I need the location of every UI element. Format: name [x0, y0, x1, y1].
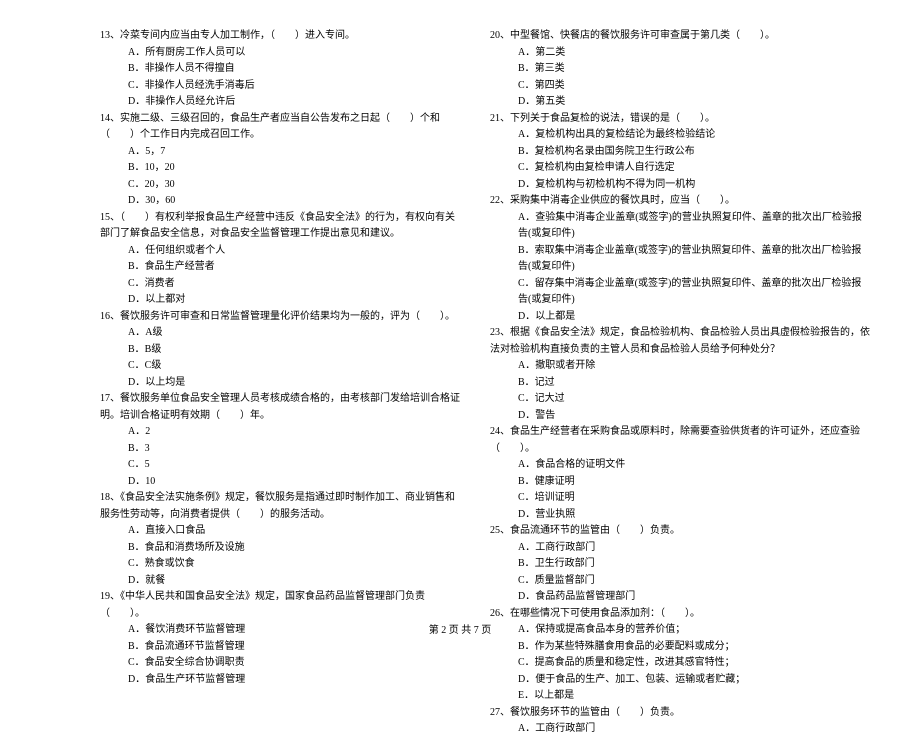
- option-d: D．30，60: [128, 193, 460, 210]
- question-stem: 25、食品流通环节的监管由（ ）负责。: [490, 523, 870, 540]
- option-a: A．5，7: [128, 144, 460, 161]
- option-d: D．食品生产环节监督管理: [128, 672, 460, 689]
- question-17: 17、餐饮服务单位食品安全管理人员考核成绩合格的，由考核部门发给培训合格证明。培…: [100, 391, 460, 490]
- question-stem: 21、下列关于食品复检的说法，错误的是（ ）。: [490, 111, 870, 128]
- question-15: 15、（ ）有权利举报食品生产经营中违反《食品安全法》的行为，有权向有关部门了解…: [100, 210, 460, 309]
- question-stem: 18、《食品安全法实施条例》规定，餐饮服务是指通过即时制作加工、商业销售和服务性…: [100, 490, 460, 523]
- option-c: C．复检机构由复检申请人自行选定: [518, 160, 870, 177]
- question-stem: 16、餐饮服务许可审查和日常监督管理量化评价结果均为一般的，评为（ ）。: [100, 309, 460, 326]
- option-d: D．便于食品的生产、加工、包装、运输或者贮藏；: [518, 672, 870, 689]
- option-b: B．B级: [128, 342, 460, 359]
- question-16: 16、餐饮服务许可审查和日常监督管理量化评价结果均为一般的，评为（ ）。 A．A…: [100, 309, 460, 392]
- question-18: 18、《食品安全法实施条例》规定，餐饮服务是指通过即时制作加工、商业销售和服务性…: [100, 490, 460, 589]
- option-c: C．质量监督部门: [518, 573, 870, 590]
- option-c: C．5: [128, 457, 460, 474]
- option-b: B．索取集中消毒企业盖章(或签字)的营业执照复印件、盖章的批次出厂检验报告(或复…: [518, 243, 870, 276]
- question-options: A．第二类 B．第三类 C．第四类 D．第五类: [490, 45, 870, 111]
- option-d: D．以上都对: [128, 292, 460, 309]
- option-c: C．第四类: [518, 78, 870, 95]
- question-23: 23、根据《食品安全法》规定，食品检验机构、食品检验人员出具虚假检验报告的，依法…: [490, 325, 870, 424]
- option-e: E．以上都是: [518, 688, 870, 705]
- question-stem: 15、（ ）有权利举报食品生产经营中违反《食品安全法》的行为，有权向有关部门了解…: [100, 210, 460, 243]
- question-options: A．直接入口食品 B．食品和消费场所及设施 C．熟食或饮食 D．就餐: [100, 523, 460, 589]
- option-a: A．任何组织或者个人: [128, 243, 460, 260]
- question-stem: 13、冷菜专间内应当由专人加工制作，（ ）进入专间。: [100, 28, 460, 45]
- option-a: A．所有厨房工作人员可以: [128, 45, 460, 62]
- question-21: 21、下列关于食品复检的说法，错误的是（ ）。 A．复检机构出具的复检结论为最终…: [490, 111, 870, 194]
- question-options: A．撤职或者开除 B．记过 C．记大过 D．警告: [490, 358, 870, 424]
- question-stem: 27、餐饮服务环节的监管由（ ）负责。: [490, 705, 870, 722]
- question-27: 27、餐饮服务环节的监管由（ ）负责。 A．工商行政部门: [490, 705, 870, 738]
- option-c: C．20，30: [128, 177, 460, 194]
- option-d: D．警告: [518, 408, 870, 425]
- option-b: B．第三类: [518, 61, 870, 78]
- option-d: D．10: [128, 474, 460, 491]
- option-d: D．复检机构与初检机构不得为同一机构: [518, 177, 870, 194]
- option-c: C．非操作人员经洗手消毒后: [128, 78, 460, 95]
- option-d: D．就餐: [128, 573, 460, 590]
- page-footer: 第 2 页 共 7 页: [0, 621, 920, 636]
- option-c: C．熟食或饮食: [128, 556, 460, 573]
- option-d: D．营业执照: [518, 507, 870, 524]
- option-a: A．食品合格的证明文件: [518, 457, 870, 474]
- question-stem: 14、实施二级、三级召回的，食品生产者应当自公告发布之日起（ ）个和（ ）个工作…: [100, 111, 460, 144]
- option-b: B．记过: [518, 375, 870, 392]
- option-c: C．留存集中消毒企业盖章(或签字)的营业执照复印件、盖章的批次出厂检验报告(或复…: [518, 276, 870, 309]
- option-b: B．食品流通环节监督管理: [128, 639, 460, 656]
- question-stem: 22、采购集中消毒企业供应的餐饮具时，应当（ ）。: [490, 193, 870, 210]
- option-d: D．以上均是: [128, 375, 460, 392]
- option-a: A．A级: [128, 325, 460, 342]
- option-b: B．复检机构名录由国务院卫生行政公布: [518, 144, 870, 161]
- question-stem: 17、餐饮服务单位食品安全管理人员考核成绩合格的，由考核部门发给培训合格证明。培…: [100, 391, 460, 424]
- question-options: A．5，7 B．10，20 C．20，30 D．30，60: [100, 144, 460, 210]
- option-b: B．健康证明: [518, 474, 870, 491]
- question-options: A．A级 B．B级 C．C级 D．以上均是: [100, 325, 460, 391]
- option-b: B．食品生产经营者: [128, 259, 460, 276]
- question-stem: 26、在哪些情况下可使用食品添加剂：（ ）。: [490, 606, 870, 623]
- question-options: A．工商行政部门 B．卫生行政部门 C．质量监督部门 D．食品药品监督管理部门: [490, 540, 870, 606]
- question-25: 25、食品流通环节的监管由（ ）负责。 A．工商行政部门 B．卫生行政部门 C．…: [490, 523, 870, 606]
- option-b: B．3: [128, 441, 460, 458]
- option-b: B．10，20: [128, 160, 460, 177]
- question-20: 20、中型餐馆、快餐店的餐饮服务许可审查属于第几类（ ）。 A．第二类 B．第三…: [490, 28, 870, 111]
- option-c: C．消费者: [128, 276, 460, 293]
- question-stem: 23、根据《食品安全法》规定，食品检验机构、食品检验人员出具虚假检验报告的，依法…: [490, 325, 870, 358]
- option-b: B．卫生行政部门: [518, 556, 870, 573]
- question-options: A．任何组织或者个人 B．食品生产经营者 C．消费者 D．以上都对: [100, 243, 460, 309]
- question-22: 22、采购集中消毒企业供应的餐饮具时，应当（ ）。 A．查验集中消毒企业盖章(或…: [490, 193, 870, 325]
- question-options: A．2 B．3 C．5 D．10: [100, 424, 460, 490]
- option-c: C．培训证明: [518, 490, 870, 507]
- question-options: A．食品合格的证明文件 B．健康证明 C．培训证明 D．营业执照: [490, 457, 870, 523]
- option-c: C．提高食品的质量和稳定性，改进其感官特性；: [518, 655, 870, 672]
- question-24: 24、食品生产经营者在采购食品或原料时，除需要查验供货者的许可证外，还应查验（ …: [490, 424, 870, 523]
- option-b: B．非操作人员不得擅自: [128, 61, 460, 78]
- option-c: C．食品安全综合协调职责: [128, 655, 460, 672]
- question-19: 19、《中华人民共和国食品安全法》规定，国家食品药品监督管理部门负责（ ）。 A…: [100, 589, 460, 688]
- question-14: 14、实施二级、三级召回的，食品生产者应当自公告发布之日起（ ）个和（ ）个工作…: [100, 111, 460, 210]
- option-b: B．作为某些特殊膳食用食品的必要配料或成分；: [518, 639, 870, 656]
- option-d: D．第五类: [518, 94, 870, 111]
- question-options: A．复检机构出具的复检结论为最终检验结论 B．复检机构名录由国务院卫生行政公布 …: [490, 127, 870, 193]
- question-13: 13、冷菜专间内应当由专人加工制作，（ ）进入专间。 A．所有厨房工作人员可以 …: [100, 28, 460, 111]
- question-options: A．查验集中消毒企业盖章(或签字)的营业执照复印件、盖章的批次出厂检验报告(或复…: [490, 210, 870, 326]
- question-stem: 19、《中华人民共和国食品安全法》规定，国家食品药品监督管理部门负责（ ）。: [100, 589, 460, 622]
- option-c: C．记大过: [518, 391, 870, 408]
- question-stem: 24、食品生产经营者在采购食品或原料时，除需要查验供货者的许可证外，还应查验（ …: [490, 424, 870, 457]
- option-d: D．以上都是: [518, 309, 870, 326]
- option-a: A．查验集中消毒企业盖章(或签字)的营业执照复印件、盖章的批次出厂检验报告(或复…: [518, 210, 870, 243]
- option-d: D．食品药品监督管理部门: [518, 589, 870, 606]
- option-d: D．非操作人员经允许后: [128, 94, 460, 111]
- question-options: A．所有厨房工作人员可以 B．非操作人员不得擅自 C．非操作人员经洗手消毒后 D…: [100, 45, 460, 111]
- option-a: A．撤职或者开除: [518, 358, 870, 375]
- option-a: A．工商行政部门: [518, 721, 870, 738]
- option-a: A．直接入口食品: [128, 523, 460, 540]
- option-a: A．2: [128, 424, 460, 441]
- option-c: C．C级: [128, 358, 460, 375]
- question-options: A．工商行政部门: [490, 721, 870, 738]
- option-a: A．复检机构出具的复检结论为最终检验结论: [518, 127, 870, 144]
- option-a: A．第二类: [518, 45, 870, 62]
- question-stem: 20、中型餐馆、快餐店的餐饮服务许可审查属于第几类（ ）。: [490, 28, 870, 45]
- option-a: A．工商行政部门: [518, 540, 870, 557]
- option-b: B．食品和消费场所及设施: [128, 540, 460, 557]
